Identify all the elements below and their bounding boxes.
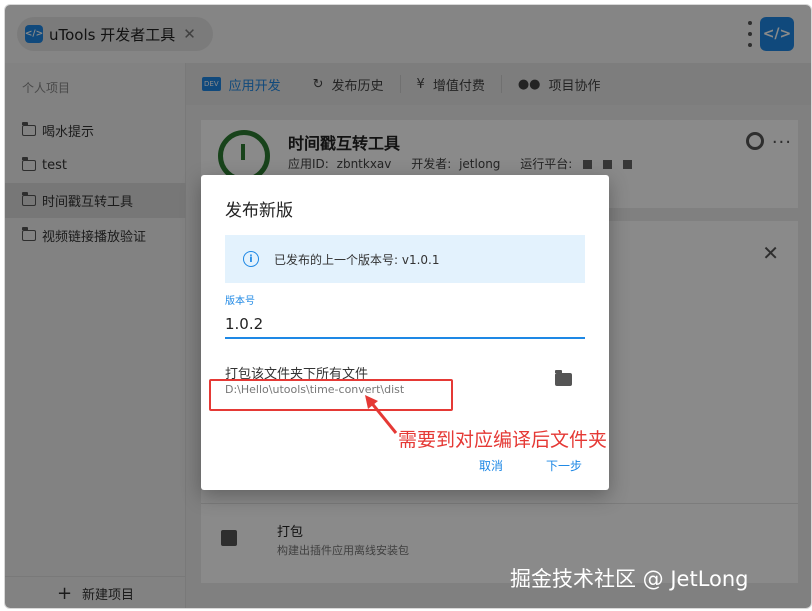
next-step-button[interactable]: 下一步: [546, 457, 582, 474]
version-input[interactable]: [225, 311, 585, 339]
version-label: 版本号: [225, 296, 255, 307]
annotation-text: 需要到对应编译后文件夹: [398, 429, 608, 451]
annotation-highlight-box: [209, 379, 453, 411]
annotation-arrow-icon: [365, 395, 398, 434]
folder-icon[interactable]: [555, 370, 572, 386]
cancel-button[interactable]: 取消: [479, 457, 503, 474]
info-text: 已发布的上一个版本号: v1.0.1: [274, 252, 440, 267]
info-banner: i 已发布的上一个版本号: v1.0.1: [225, 235, 585, 283]
info-icon: i: [243, 251, 259, 267]
watermark: 掘金技术社区 @ JetLong: [510, 567, 749, 591]
dialog-title: 发布新版: [225, 201, 293, 221]
